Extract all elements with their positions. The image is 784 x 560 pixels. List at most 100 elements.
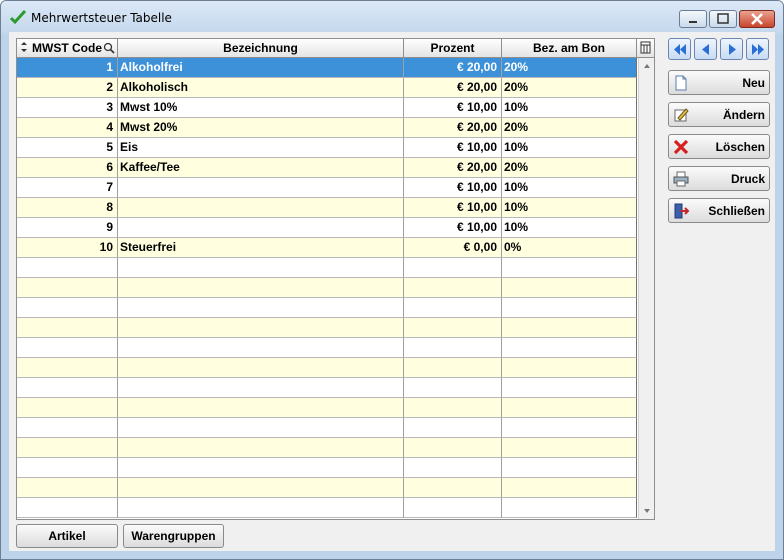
empty-row[interactable]: [17, 298, 637, 318]
column-header-prozent[interactable]: Prozent: [404, 39, 502, 57]
cell-percent[interactable]: [404, 418, 502, 438]
table-row[interactable]: 5 Eis € 10,00 10%: [17, 138, 637, 158]
cell-percent[interactable]: € 20,00: [404, 58, 502, 78]
cell-code[interactable]: 10: [17, 238, 118, 258]
cell-bon[interactable]: [502, 338, 637, 358]
cell-bon[interactable]: [502, 478, 637, 498]
empty-row[interactable]: [17, 318, 637, 338]
cell-percent[interactable]: [404, 498, 502, 518]
cell-code[interactable]: [17, 298, 118, 318]
cell-code[interactable]: 5: [17, 138, 118, 158]
cell-bon[interactable]: 20%: [502, 158, 637, 178]
cell-code[interactable]: [17, 278, 118, 298]
table-row[interactable]: 8 € 10,00 10%: [17, 198, 637, 218]
table-row[interactable]: 1 Alkoholfrei € 20,00 20%: [17, 58, 637, 78]
cell-name[interactable]: [118, 378, 404, 398]
cell-name[interactable]: [118, 278, 404, 298]
cell-bon[interactable]: 10%: [502, 98, 637, 118]
cell-bon[interactable]: 10%: [502, 138, 637, 158]
empty-row[interactable]: [17, 438, 637, 458]
cell-name[interactable]: Steuerfrei: [118, 238, 404, 258]
edit-button[interactable]: Ändern: [668, 102, 770, 127]
cell-percent[interactable]: [404, 478, 502, 498]
cell-name[interactable]: [118, 438, 404, 458]
cell-bon[interactable]: [502, 398, 637, 418]
cell-code[interactable]: 4: [17, 118, 118, 138]
cell-percent[interactable]: [404, 338, 502, 358]
cell-name[interactable]: [118, 498, 404, 518]
cell-percent[interactable]: [404, 298, 502, 318]
cell-bon[interactable]: [502, 498, 637, 518]
articles-button[interactable]: Artikel: [16, 524, 118, 548]
empty-row[interactable]: [17, 258, 637, 278]
cell-bon[interactable]: 20%: [502, 78, 637, 98]
cell-percent[interactable]: [404, 398, 502, 418]
table-row[interactable]: 6 Kaffee/Tee € 20,00 20%: [17, 158, 637, 178]
cell-percent[interactable]: € 10,00: [404, 138, 502, 158]
cell-percent[interactable]: € 0,00: [404, 238, 502, 258]
cell-percent[interactable]: € 10,00: [404, 178, 502, 198]
cell-bon[interactable]: [502, 298, 637, 318]
cell-bon[interactable]: 10%: [502, 198, 637, 218]
cell-percent[interactable]: [404, 458, 502, 478]
mwst-grid[interactable]: MWST Code Bezeichnung Prozent Bez. am Bo…: [16, 38, 655, 520]
title-bar[interactable]: Mehrwertsteuer Tabelle: [1, 1, 783, 35]
cell-code[interactable]: [17, 438, 118, 458]
table-row[interactable]: 7 € 10,00 10%: [17, 178, 637, 198]
cell-percent[interactable]: € 10,00: [404, 198, 502, 218]
close-button[interactable]: Schließen: [668, 198, 770, 223]
cell-code[interactable]: [17, 418, 118, 438]
cell-percent[interactable]: € 10,00: [404, 98, 502, 118]
cell-name[interactable]: [118, 458, 404, 478]
empty-row[interactable]: [17, 378, 637, 398]
cell-bon[interactable]: [502, 438, 637, 458]
column-header-bon[interactable]: Bez. am Bon: [502, 39, 637, 57]
cell-percent[interactable]: [404, 318, 502, 338]
cell-code[interactable]: [17, 378, 118, 398]
table-row[interactable]: 4 Mwst 20% € 20,00 20%: [17, 118, 637, 138]
cell-code[interactable]: [17, 478, 118, 498]
cell-name[interactable]: Eis: [118, 138, 404, 158]
cell-code[interactable]: [17, 338, 118, 358]
column-chooser-button[interactable]: [637, 39, 654, 57]
last-record-button[interactable]: [746, 38, 769, 60]
cell-bon[interactable]: 0%: [502, 238, 637, 258]
cell-code[interactable]: 8: [17, 198, 118, 218]
scroll-up-icon[interactable]: [639, 60, 655, 72]
cell-percent[interactable]: € 20,00: [404, 78, 502, 98]
empty-row[interactable]: [17, 478, 637, 498]
next-record-button[interactable]: [720, 38, 743, 60]
cell-bon[interactable]: [502, 318, 637, 338]
cell-name[interactable]: [118, 398, 404, 418]
cell-code[interactable]: 9: [17, 218, 118, 238]
cell-code[interactable]: 3: [17, 98, 118, 118]
vertical-scrollbar[interactable]: [638, 58, 655, 519]
cell-name[interactable]: [118, 298, 404, 318]
cell-name[interactable]: [118, 218, 404, 238]
cell-bon[interactable]: [502, 258, 637, 278]
cell-percent[interactable]: [404, 378, 502, 398]
new-button[interactable]: Neu: [668, 70, 770, 95]
column-header-bezeichnung[interactable]: Bezeichnung: [118, 39, 404, 57]
scroll-down-icon[interactable]: [639, 505, 655, 517]
empty-row[interactable]: [17, 278, 637, 298]
cell-code[interactable]: 1: [17, 58, 118, 78]
cell-percent[interactable]: [404, 438, 502, 458]
cell-bon[interactable]: 20%: [502, 118, 637, 138]
cell-name[interactable]: [118, 338, 404, 358]
cell-percent[interactable]: € 20,00: [404, 118, 502, 138]
cell-bon[interactable]: [502, 278, 637, 298]
cell-percent[interactable]: [404, 258, 502, 278]
cell-name[interactable]: Kaffee/Tee: [118, 158, 404, 178]
cell-code[interactable]: 6: [17, 158, 118, 178]
cell-code[interactable]: [17, 318, 118, 338]
close-window-button[interactable]: [739, 10, 775, 28]
cell-name[interactable]: [118, 358, 404, 378]
cell-bon[interactable]: 10%: [502, 178, 637, 198]
cell-code[interactable]: 7: [17, 178, 118, 198]
table-row[interactable]: 10 Steuerfrei € 0,00 0%: [17, 238, 637, 258]
cell-percent[interactable]: [404, 278, 502, 298]
cell-bon[interactable]: [502, 458, 637, 478]
column-header-code[interactable]: MWST Code: [17, 39, 118, 57]
empty-row[interactable]: [17, 498, 637, 518]
